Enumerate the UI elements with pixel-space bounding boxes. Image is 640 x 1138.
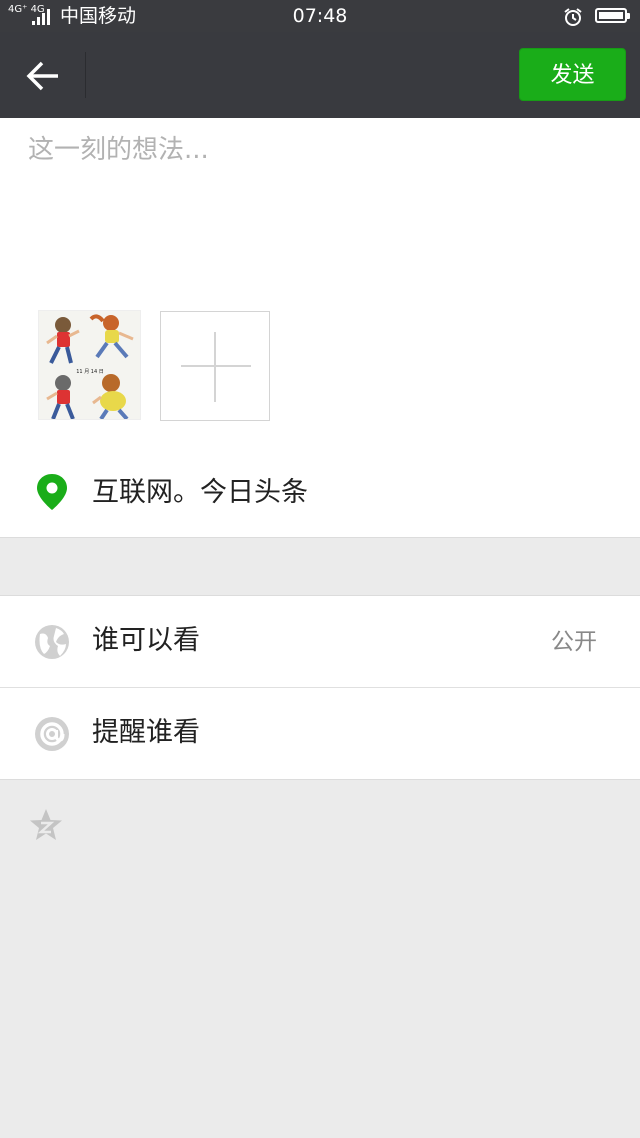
location-pin-icon [37, 474, 67, 510]
back-arrow-icon[interactable] [22, 54, 66, 98]
qzone-star-icon[interactable] [29, 808, 63, 842]
battery-icon [595, 8, 630, 23]
visibility-value: 公开 [551, 629, 597, 655]
remind-who-label: 提醒谁看 [92, 717, 200, 748]
add-photo-button[interactable] [160, 311, 270, 421]
section-divider [0, 537, 640, 538]
who-can-see-label: 谁可以看 [92, 625, 200, 656]
status-bar: 4G⁺ 4G 中国移动 07:48 [0, 0, 640, 32]
location-text: 互联网。今日头条 [92, 477, 308, 508]
at-sign-icon [35, 717, 69, 751]
who-can-see-row[interactable]: 谁可以看 公开 [0, 596, 640, 688]
thought-input[interactable]: 这一刻的想法... [28, 134, 209, 166]
location-row[interactable]: 互联网。今日头条 [0, 458, 640, 538]
send-button[interactable]: 发送 [519, 48, 626, 101]
alarm-icon [564, 8, 582, 26]
thumb-date-label: 11 月 14 日 [76, 369, 104, 375]
remind-who-row[interactable]: 提醒谁看 [0, 688, 640, 780]
compose-area: 这一刻的想法... 11 月 14 日 互联网。今日头条 [0, 118, 640, 538]
header-divider [85, 52, 86, 98]
status-time: 07:48 [292, 5, 348, 27]
cartoon-image: 11 月 14 日 [39, 311, 140, 419]
options-group: 谁可以看 公开 提醒谁看 [0, 595, 640, 780]
image-thumbnail[interactable]: 11 月 14 日 [38, 310, 141, 420]
globe-icon [35, 625, 69, 659]
top-bar: 发送 [0, 32, 640, 118]
